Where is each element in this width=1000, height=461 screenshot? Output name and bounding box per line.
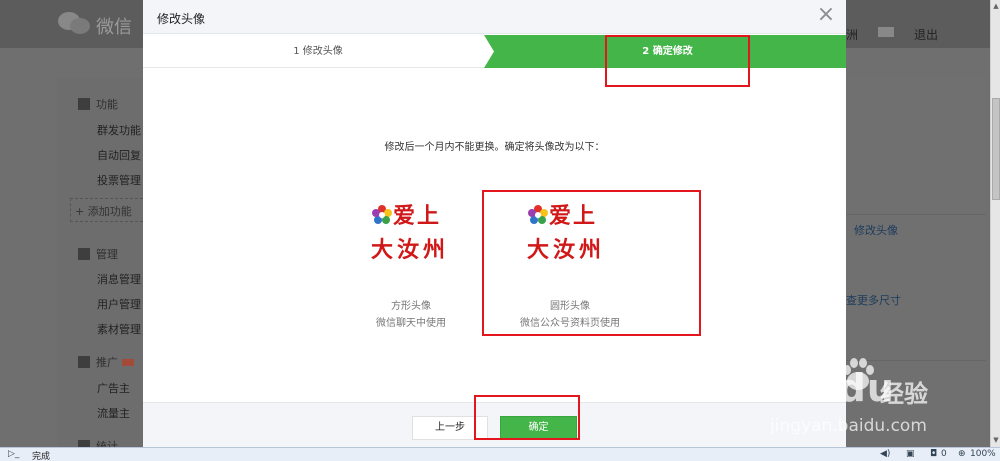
add-function-button[interactable]: + 添加功能 bbox=[70, 198, 148, 222]
sidebar-group-promote: 推广 bbox=[78, 354, 134, 370]
scrollbar[interactable]: ▲ ▼ bbox=[990, 0, 1000, 447]
zoom-icon[interactable]: ⊕ bbox=[958, 449, 966, 459]
zoom-level[interactable]: 100% bbox=[970, 449, 996, 459]
header-user-name[interactable]: 洲 bbox=[846, 26, 858, 43]
divider bbox=[846, 214, 986, 215]
sidebar-item-publisher[interactable]: 流量主 bbox=[97, 405, 130, 421]
page-status-icon: ▷_ bbox=[8, 449, 20, 459]
block-count: 0 bbox=[941, 449, 947, 459]
sidebar-item-messages[interactable]: 消息管理 bbox=[97, 271, 141, 287]
status-text: 完成 bbox=[32, 452, 51, 461]
square-avatar-subtitle: 微信聊天中使用 bbox=[376, 318, 446, 329]
dialog-title: 修改头像 bbox=[157, 12, 206, 26]
avatar-text-line-2: 大汝州 bbox=[371, 237, 450, 263]
sidebar-item-vote[interactable]: 投票管理 bbox=[97, 172, 141, 188]
chat-icon bbox=[78, 248, 90, 260]
avatar-text-line-1: 爱上 bbox=[393, 203, 442, 229]
window-icon[interactable]: ▣ bbox=[906, 449, 915, 459]
dialog-header: 修改头像 × bbox=[143, 0, 846, 34]
highlight-confirm-box bbox=[474, 395, 580, 440]
sidebar-item-materials[interactable]: 素材管理 bbox=[97, 321, 141, 337]
close-icon[interactable]: × bbox=[816, 4, 836, 26]
sidebar-item-mass-send[interactable]: 群发功能 bbox=[97, 122, 141, 138]
megaphone-icon bbox=[78, 356, 90, 368]
square-avatar-preview: 爱上 大汝州 bbox=[371, 196, 451, 266]
sidebar-item-advertiser[interactable]: 广告主 bbox=[97, 380, 130, 396]
watermark-brand-cn: 经验 bbox=[880, 380, 928, 408]
highlight-step-box bbox=[605, 35, 750, 87]
scroll-down-icon[interactable]: ▼ bbox=[992, 436, 1000, 444]
square-avatar-caption: 方形头像 微信聊天中使用 bbox=[341, 298, 481, 332]
edit-avatar-link[interactable]: 修改头像 bbox=[854, 222, 898, 238]
sidebar-group-manage: 管理 bbox=[78, 246, 118, 262]
highlight-round-avatar-box bbox=[482, 190, 701, 336]
square-avatar-title: 方形头像 bbox=[391, 301, 431, 312]
flower-icon bbox=[372, 205, 392, 224]
logout-link[interactable]: 退出 bbox=[914, 26, 938, 43]
speaker-icon[interactable]: ◀) bbox=[880, 449, 890, 459]
shield-icon[interactable]: ◘ bbox=[930, 449, 937, 459]
scrollbar-thumb[interactable] bbox=[992, 98, 1000, 200]
sidebar-group-function: 功能 bbox=[78, 96, 118, 112]
scroll-up-icon[interactable]: ▲ bbox=[992, 2, 1000, 10]
new-badge bbox=[122, 359, 134, 366]
status-bar: ▷_ 完成 ◀) ▣ ◘ 0 ⊕ 100% bbox=[0, 447, 1000, 461]
watermark-brand: Baidu bbox=[768, 366, 895, 410]
wechat-logo-icon bbox=[58, 10, 92, 38]
avatar[interactable] bbox=[878, 27, 894, 37]
sidebar-item-users[interactable]: 用户管理 bbox=[97, 296, 141, 312]
sidebar-item-auto-reply[interactable]: 自动回复 bbox=[97, 147, 141, 163]
confirm-description: 修改后一个月内不能更换。确定将头像改为以下： bbox=[384, 142, 605, 153]
more-sizes-link[interactable]: 查更多尺寸 bbox=[846, 292, 901, 308]
brand-name: 微信 bbox=[96, 17, 132, 38]
grid-icon bbox=[78, 98, 90, 110]
watermark-url: jingyan.baidu.com bbox=[770, 416, 927, 436]
step-edit-avatar: 1 修改头像 bbox=[293, 46, 343, 57]
